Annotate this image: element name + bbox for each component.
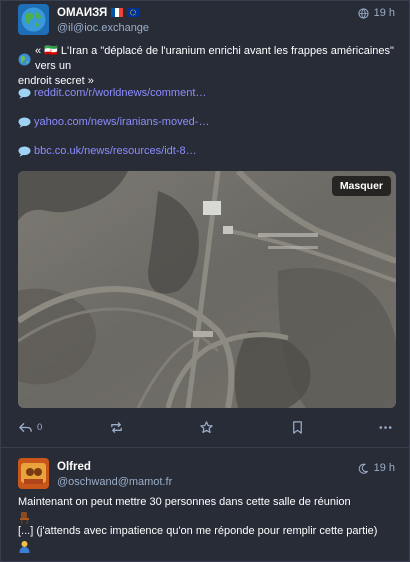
eu-flag-icon bbox=[127, 8, 140, 17]
reply-count: 0 bbox=[37, 421, 43, 433]
speech-balloon-icon bbox=[18, 117, 31, 128]
boost-button[interactable] bbox=[109, 420, 124, 435]
avatar[interactable] bbox=[18, 4, 49, 35]
ellipsis-icon bbox=[379, 425, 392, 429]
time-label: 19 h bbox=[373, 7, 395, 19]
link-yahoo[interactable]: yahoo.com/news/iranians-moved-… bbox=[18, 116, 209, 128]
link-reddit[interactable]: reddit.com/r/worldnews/comment… bbox=[18, 87, 206, 99]
star-icon bbox=[200, 420, 213, 433]
post-text-line-2: [...] (j'attends avec impatience qu'on m… bbox=[18, 525, 378, 537]
boost-icon bbox=[111, 421, 122, 433]
post-content: Maintenant on peut mettre 30 personnes d… bbox=[18, 495, 395, 553]
status-post[interactable]: Olfred @oschwand@mamot.fr 19 h Maintenan… bbox=[0, 448, 410, 562]
hide-media-button[interactable]: Masquer bbox=[331, 176, 391, 196]
speech-balloon-icon bbox=[18, 146, 31, 157]
globe-emoji-icon bbox=[18, 53, 31, 66]
france-flag-icon bbox=[111, 8, 124, 17]
speech-balloon-icon bbox=[18, 88, 31, 99]
bookmark-button[interactable] bbox=[290, 420, 305, 435]
chair-emoji-icon bbox=[18, 511, 31, 524]
avatar[interactable] bbox=[18, 458, 49, 489]
link-text[interactable]: reddit.com/r/worldnews/comment… bbox=[34, 87, 206, 99]
favourite-button[interactable] bbox=[199, 420, 214, 435]
link-text[interactable]: bbc.co.uk/news/resources/idt-8… bbox=[34, 145, 197, 157]
time-label: 19 h bbox=[373, 462, 395, 474]
post-text-line-1: « 🇮🇷 L'Iran a "déplacé de l'uranium enri… bbox=[35, 45, 394, 72]
account-handle[interactable]: @il@ioc.exchange bbox=[57, 22, 149, 34]
satellite-image bbox=[18, 171, 396, 408]
media-image[interactable]: Masquer bbox=[18, 171, 396, 408]
post-content: « 🇮🇷 L'Iran a "déplacé de l'uranium enri… bbox=[18, 44, 395, 89]
link-text[interactable]: yahoo.com/news/iranians-moved-… bbox=[34, 116, 209, 128]
display-name[interactable]: ОМАИЗЯ bbox=[57, 7, 107, 19]
reply-icon bbox=[19, 422, 32, 432]
action-bar: 0 bbox=[18, 417, 395, 437]
post-time[interactable]: 19 h bbox=[358, 462, 395, 474]
link-bbc[interactable]: bbc.co.uk/news/resources/idt-8… bbox=[18, 145, 197, 157]
person-emoji-icon bbox=[18, 540, 31, 553]
moon-icon bbox=[358, 463, 368, 474]
post-time[interactable]: 19 h bbox=[357, 7, 395, 19]
display-name[interactable]: Olfred bbox=[57, 461, 91, 473]
account-handle[interactable]: @oschwand@mamot.fr bbox=[57, 476, 172, 488]
globe-icon bbox=[357, 7, 369, 19]
status-post[interactable]: ОМАИЗЯ @il@ioc.exchange 19 h « 🇮🇷 L'Iran… bbox=[0, 0, 410, 448]
bookmark-icon bbox=[293, 420, 302, 434]
post-text-line-1: Maintenant on peut mettre 30 personnes d… bbox=[18, 496, 351, 508]
more-options-button[interactable] bbox=[378, 420, 393, 435]
reply-button[interactable]: 0 bbox=[18, 420, 42, 435]
